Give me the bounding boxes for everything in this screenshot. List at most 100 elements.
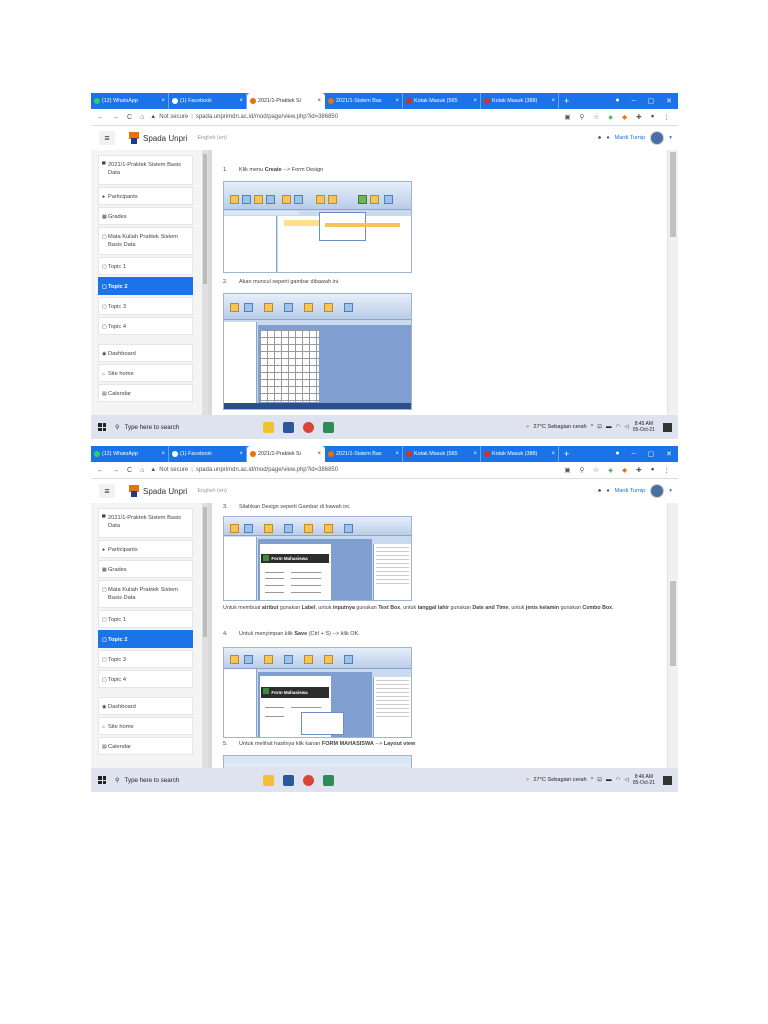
app-icon[interactable]	[323, 774, 335, 786]
tab-whatsapp[interactable]: (12) WhatsApp ×	[91, 93, 169, 109]
tab-facebook[interactable]: (1) Facebook ×	[169, 93, 247, 109]
language-menu[interactable]: English (en)	[197, 488, 226, 494]
new-tab-button[interactable]: +	[559, 449, 574, 459]
chevron-up-icon[interactable]: ^	[591, 424, 594, 430]
notification-icon[interactable]	[663, 775, 672, 785]
language-menu[interactable]: English (en)	[197, 135, 226, 141]
profile-avatar-icon[interactable]: ●	[651, 113, 655, 121]
tab-whatsapp[interactable]: (12) WhatsApp ×	[91, 446, 169, 462]
close-icon[interactable]: ×	[392, 98, 399, 104]
close-icon[interactable]: ×	[158, 451, 165, 457]
tab-mail-2[interactable]: Kotak Masuk (388) ×	[481, 93, 559, 109]
chrome-icon[interactable]	[303, 421, 315, 433]
content-scrollbar[interactable]	[667, 503, 678, 768]
hamburger-icon[interactable]: ≡	[99, 484, 115, 498]
wifi-icon[interactable]: ◠	[616, 424, 621, 430]
windows-start-icon[interactable]	[98, 776, 106, 784]
search-icon[interactable]: ⚲	[580, 466, 585, 474]
back-icon[interactable]: ←	[97, 467, 104, 474]
close-icon[interactable]: ×	[236, 98, 243, 104]
translate-icon[interactable]: ▣	[564, 113, 570, 121]
translate-icon[interactable]: ▣	[564, 466, 570, 474]
sidebar-item-grades[interactable]: ▦ Grades	[98, 207, 193, 225]
sidebar-item-topic-4[interactable]: ▢ Topic 4	[98, 317, 193, 335]
profile-icon[interactable]: ●	[615, 97, 619, 105]
puzzle-icon[interactable]: ✚	[636, 113, 641, 121]
sidebar-item-site-home[interactable]: ⌂ Site home	[98, 717, 193, 735]
windows-start-icon[interactable]	[98, 423, 106, 431]
search-icon[interactable]: ⚲	[580, 113, 585, 121]
taskbar-clock[interactable]: 8:45 AM 05-Oct-21	[633, 421, 655, 433]
minimize-button[interactable]: –	[632, 97, 636, 105]
close-icon[interactable]: ×	[158, 98, 165, 104]
tab-mail-1[interactable]: Kotak Masuk (565 ×	[403, 446, 481, 462]
forward-icon[interactable]: →	[112, 467, 119, 474]
sidebar-item-mata-kuliah[interactable]: ▢ Mata Kuliah Praktek Sistem Basis Data	[98, 580, 193, 608]
tab-mail-1[interactable]: Kotak Masuk (565 ×	[403, 93, 481, 109]
close-icon[interactable]: ×	[470, 98, 477, 104]
close-icon[interactable]: ×	[470, 451, 477, 457]
word-icon[interactable]	[283, 774, 295, 786]
taskbar-search[interactable]: ⚲ Type here to search	[115, 777, 179, 784]
url-field[interactable]: ▲ Not secure | spada.unprimdn.ac.id/mod/pag…	[150, 467, 338, 473]
sidebar-item-dashboard[interactable]: ◉ Dashboard	[98, 697, 193, 715]
profile-avatar-icon[interactable]: ●	[651, 466, 655, 474]
maximize-button[interactable]: ▢	[648, 450, 655, 458]
avatar[interactable]	[650, 484, 665, 498]
sidebar-item-calendar[interactable]: ▤ Calendar	[98, 384, 193, 402]
close-icon[interactable]: ×	[236, 451, 243, 457]
sidebar-item-topic-2[interactable]: ▢ Topic 2	[98, 630, 193, 648]
minimize-button[interactable]: –	[632, 450, 636, 458]
bell-icon[interactable]: ♣	[598, 135, 602, 141]
word-icon[interactable]	[283, 421, 295, 433]
sidebar-item-topic-4[interactable]: ▢ Topic 4	[98, 670, 193, 688]
sidebar-item-dashboard[interactable]: ◉ Dashboard	[98, 344, 193, 362]
volume-icon[interactable]: ◁	[624, 777, 628, 783]
tab-praktek[interactable]: 2021/1-Praktek Si ×	[247, 446, 325, 462]
home-icon[interactable]: ⌂	[140, 467, 144, 474]
chevron-down-icon[interactable]: ▾	[669, 488, 672, 494]
sidebar-item-mata-kuliah[interactable]: ▢ Mata Kuliah Praktek Sistem Basis Data	[98, 227, 193, 255]
extension-icon[interactable]: ◆	[622, 466, 627, 474]
site-brand[interactable]: Spada Unpri	[143, 487, 187, 496]
close-icon[interactable]: ×	[314, 98, 321, 104]
forward-icon[interactable]: →	[112, 114, 119, 121]
tab-sistem[interactable]: 2021/1-Sistem Bas ×	[325, 93, 403, 109]
taskbar-search[interactable]: ⚲ Type here to search	[115, 424, 179, 431]
profile-icon[interactable]: ●	[615, 450, 619, 458]
close-icon[interactable]: ×	[392, 451, 399, 457]
wifi-icon[interactable]: ◠	[616, 777, 621, 783]
sidebar-item-participants[interactable]: ● Participants	[98, 187, 193, 205]
taskbar-clock[interactable]: 8:46 AM 05-Oct-21	[633, 774, 655, 786]
sidebar-item-course[interactable]: ▀ 2021/1-Praktek Sistem Basis Data	[98, 155, 193, 185]
chrome-icon[interactable]	[303, 774, 315, 786]
file-explorer-icon[interactable]	[263, 774, 275, 786]
volume-icon[interactable]: ◁	[624, 424, 628, 430]
close-icon[interactable]: ×	[548, 98, 555, 104]
new-tab-button[interactable]: +	[559, 96, 574, 106]
close-window-button[interactable]: ✕	[666, 97, 672, 105]
sidebar-item-topic-3[interactable]: ▢ Topic 3	[98, 297, 193, 315]
network-icon[interactable]: ⊡	[597, 777, 602, 783]
chevron-down-icon[interactable]: ▾	[669, 135, 672, 141]
reload-icon[interactable]: C	[127, 467, 132, 474]
sidebar-item-site-home[interactable]: ⌂ Site home	[98, 364, 193, 382]
reload-icon[interactable]: C	[127, 114, 132, 121]
maximize-button[interactable]: ▢	[648, 97, 655, 105]
file-explorer-icon[interactable]	[263, 421, 275, 433]
tab-facebook[interactable]: (1) Facebook ×	[169, 446, 247, 462]
tab-mail-2[interactable]: Kotak Masuk (388) ×	[481, 446, 559, 462]
sidebar-item-course[interactable]: ▀ 2021/1-Praktek Sistem Basis Data	[98, 508, 193, 538]
sidebar-item-topic-2[interactable]: ▢ Topic 2	[98, 277, 193, 295]
bell-icon[interactable]: ♣	[598, 488, 602, 494]
sidebar-item-topic-3[interactable]: ▢ Topic 3	[98, 650, 193, 668]
network-icon[interactable]: ⊡	[597, 424, 602, 430]
tab-sistem[interactable]: 2021/1-Sistem Bas ×	[325, 446, 403, 462]
tab-praktek[interactable]: 2021/1-Praktek Si ×	[247, 93, 325, 109]
avatar[interactable]	[650, 131, 665, 145]
sidebar-item-grades[interactable]: ▦ Grades	[98, 560, 193, 578]
battery-icon[interactable]: ▬	[606, 424, 612, 430]
url-field[interactable]: ▲ Not secure | spada.unprimdn.ac.id/mod/pag…	[150, 114, 338, 120]
close-icon[interactable]: ×	[314, 451, 321, 457]
star-icon[interactable]: ☆	[593, 466, 599, 474]
